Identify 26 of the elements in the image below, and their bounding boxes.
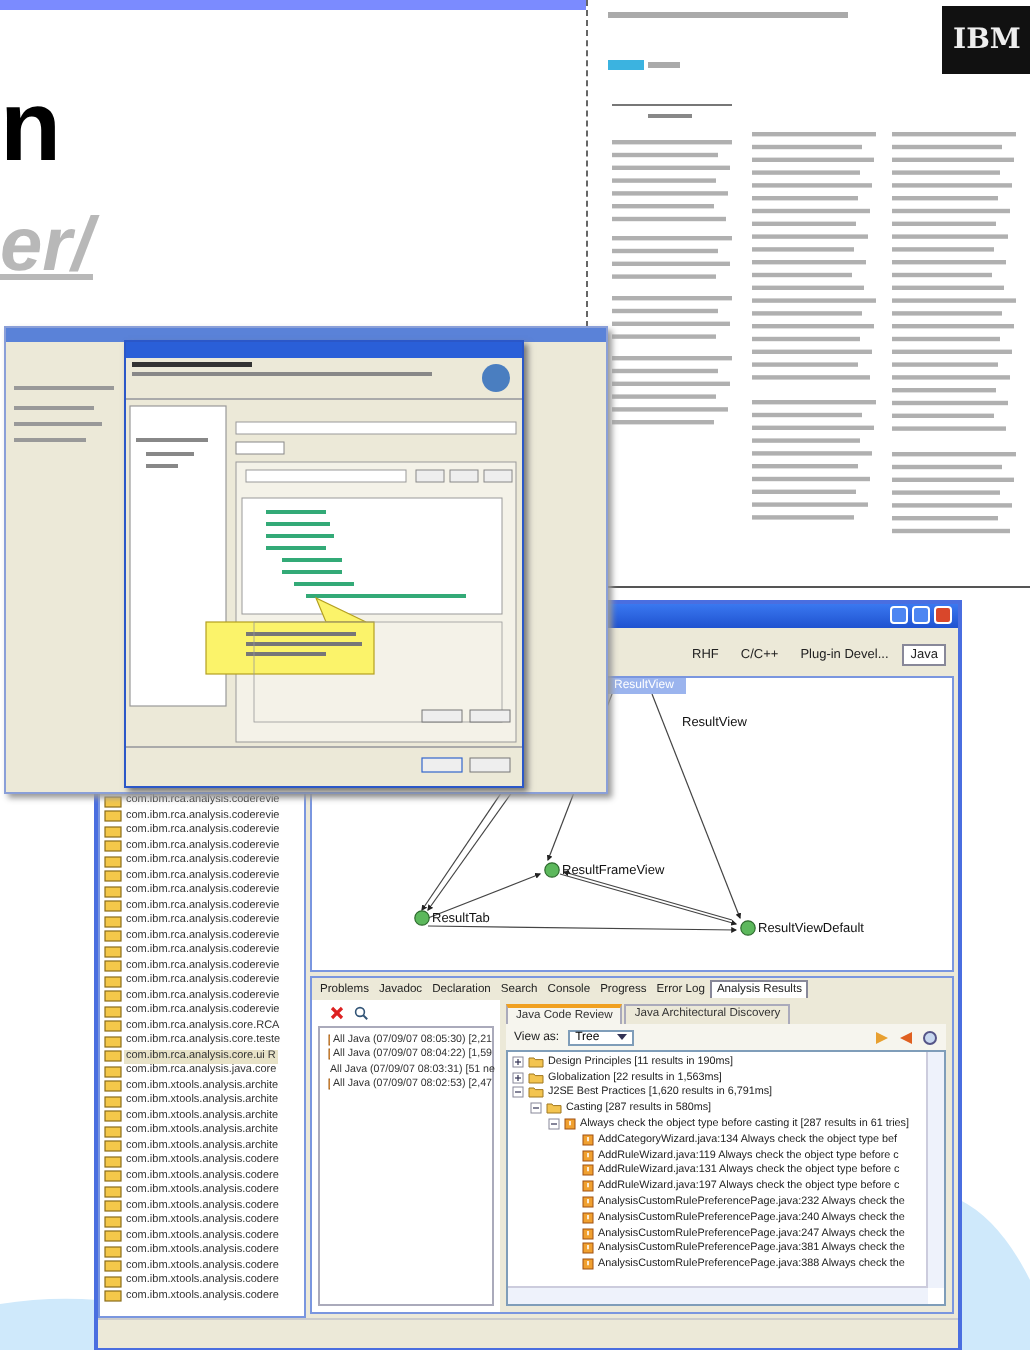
warning-icon [564,1118,576,1131]
close-button[interactable] [934,606,952,624]
warning-icon [582,1133,594,1146]
collapse-icon[interactable] [898,1029,914,1045]
expander-icon[interactable] [548,1118,560,1131]
vertical-scrollbar[interactable] [926,1052,944,1288]
filter-icon[interactable] [922,1029,938,1045]
search-icon[interactable] [354,1006,368,1020]
caret-icon [615,1032,628,1042]
minimize-button[interactable] [890,606,908,624]
logo: IBM [942,6,1030,74]
class-node-icon[interactable] [414,910,430,926]
swoosh-shape [0,1298,98,1350]
maximize-button[interactable] [912,606,930,624]
slide-title: n [0,76,62,176]
warning-icon [582,1258,594,1271]
class-node-icon[interactable] [740,920,756,936]
expander-icon[interactable] [512,1055,524,1068]
expander-icon[interactable] [512,1086,524,1099]
horizontal-scrollbar[interactable] [508,1286,928,1304]
delete-icon[interactable] [330,1006,344,1020]
expander-icon[interactable] [530,1102,542,1115]
workspace-tree-drawing [14,386,114,442]
class-node-icon[interactable] [544,862,560,878]
warning-icon [582,1180,594,1193]
expander-icon[interactable] [512,1071,524,1084]
